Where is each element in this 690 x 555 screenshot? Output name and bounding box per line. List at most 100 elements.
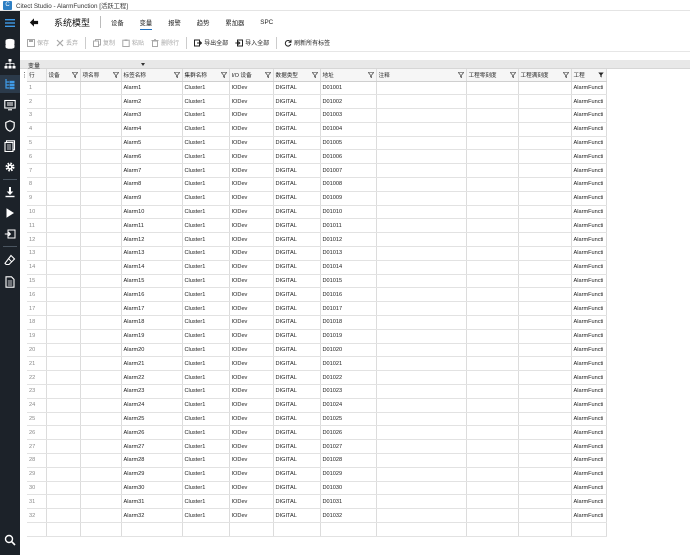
eng-zero-cell[interactable]	[466, 122, 519, 137]
item-name-cell[interactable]	[80, 425, 122, 441]
comment-cell[interactable]	[376, 329, 467, 344]
column-header[interactable]: I/O 设备	[229, 69, 274, 82]
eng-full-cell[interactable]	[518, 287, 572, 303]
item-name-cell[interactable]	[80, 260, 122, 275]
eng-full-cell[interactable]	[518, 301, 572, 317]
item-name-cell[interactable]	[80, 287, 122, 303]
project-cell[interactable]: AlarmFuncti	[571, 260, 607, 275]
device-cell[interactable]	[46, 370, 81, 386]
comment-cell[interactable]	[376, 481, 467, 496]
item-name-cell[interactable]	[80, 315, 122, 330]
address-cell[interactable]: D01020	[320, 343, 377, 358]
eng-full-cell[interactable]	[518, 191, 572, 206]
eng-full-cell[interactable]	[518, 329, 572, 344]
address-cell[interactable]: D01003	[320, 108, 377, 123]
project-cell[interactable]: AlarmFuncti	[571, 108, 607, 123]
database-icon[interactable]	[0, 35, 20, 53]
table-row[interactable]: 15 Alarm15 Cluster1 IODev DIGITAL D01015 Alarm…	[27, 274, 607, 289]
comment-cell[interactable]	[376, 412, 467, 427]
tag-name-cell[interactable]: Alarm21	[121, 356, 183, 372]
tag-name-cell[interactable]: Alarm13	[121, 246, 183, 261]
tag-name-cell[interactable]: Alarm29	[121, 467, 183, 482]
empty-cell[interactable]	[466, 522, 519, 537]
row-number-cell[interactable]: 32	[27, 508, 47, 523]
table-row[interactable]: 31 Alarm31 Cluster1 IODev DIGITAL D01031 Alarm…	[27, 494, 607, 510]
breadcrumb-system-model[interactable]: 系统模型	[54, 16, 90, 29]
eng-zero-cell[interactable]	[466, 398, 519, 413]
comment-cell[interactable]	[376, 315, 467, 330]
tag-name-cell[interactable]: Alarm24	[121, 398, 183, 413]
cluster-name-cell[interactable]: Cluster1	[182, 425, 230, 441]
project-cell[interactable]: AlarmFuncti	[571, 205, 607, 220]
eng-full-cell[interactable]	[518, 412, 572, 427]
project-cell[interactable]: AlarmFuncti	[571, 329, 607, 344]
item-name-cell[interactable]	[80, 398, 122, 413]
io-device-cell[interactable]: IODev	[229, 329, 274, 344]
eng-full-cell[interactable]	[518, 343, 572, 358]
library-icon[interactable]	[0, 137, 20, 155]
row-number-cell[interactable]: 14	[27, 260, 47, 275]
row-number-cell[interactable]: 12	[27, 232, 47, 248]
address-cell[interactable]: D01012	[320, 232, 377, 248]
project-cell[interactable]: AlarmFuncti	[571, 453, 607, 468]
project-cell[interactable]: AlarmFuncti	[571, 287, 607, 303]
address-cell[interactable]: D01022	[320, 370, 377, 386]
item-name-cell[interactable]	[80, 81, 122, 96]
io-device-cell[interactable]: IODev	[229, 122, 274, 137]
row-number-cell[interactable]: 16	[27, 287, 47, 303]
data-type-cell[interactable]: DIGITAL	[273, 163, 321, 179]
address-cell[interactable]: D01030	[320, 481, 377, 496]
cluster-name-cell[interactable]: Cluster1	[182, 412, 230, 427]
item-name-cell[interactable]	[80, 356, 122, 372]
cluster-name-cell[interactable]: Cluster1	[182, 149, 230, 165]
table-row[interactable]: 1 Alarm1 Cluster1 IODev DIGITAL D01001 AlarmFu…	[27, 81, 607, 96]
eng-full-cell[interactable]	[518, 205, 572, 220]
device-cell[interactable]	[46, 205, 81, 220]
tag-name-cell[interactable]: Alarm17	[121, 301, 183, 317]
address-cell[interactable]: D01032	[320, 508, 377, 523]
tag-name-cell[interactable]: Alarm27	[121, 439, 183, 455]
import-login-icon[interactable]	[0, 225, 20, 243]
address-cell[interactable]: D01015	[320, 274, 377, 289]
eng-zero-cell[interactable]	[466, 453, 519, 468]
item-name-cell[interactable]	[80, 439, 122, 455]
io-device-cell[interactable]: IODev	[229, 163, 274, 179]
project-cell[interactable]: AlarmFuncti	[571, 508, 607, 523]
device-cell[interactable]	[46, 315, 81, 330]
device-cell[interactable]	[46, 108, 81, 123]
item-name-cell[interactable]	[80, 274, 122, 289]
io-device-cell[interactable]: IODev	[229, 191, 274, 206]
address-cell[interactable]: D01019	[320, 329, 377, 344]
data-type-cell[interactable]: DIGITAL	[273, 425, 321, 441]
item-name-cell[interactable]	[80, 218, 122, 234]
tag-name-cell[interactable]: Alarm5	[121, 136, 183, 151]
io-device-cell[interactable]: IODev	[229, 453, 274, 468]
column-header[interactable]: 标签名称	[121, 69, 183, 82]
address-cell[interactable]: D01001	[320, 81, 377, 96]
io-device-cell[interactable]: IODev	[229, 81, 274, 96]
cluster-name-cell[interactable]: Cluster1	[182, 370, 230, 386]
table-row[interactable]: 29 Alarm29 Cluster1 IODev DIGITAL D01029 Alarm…	[27, 467, 607, 482]
data-type-cell[interactable]: DIGITAL	[273, 384, 321, 399]
eng-zero-cell[interactable]	[466, 163, 519, 179]
empty-cell[interactable]	[273, 522, 321, 537]
tag-name-cell[interactable]: Alarm30	[121, 481, 183, 496]
item-name-cell[interactable]	[80, 163, 122, 179]
empty-cell[interactable]	[80, 522, 122, 537]
device-cell[interactable]	[46, 398, 81, 413]
eng-zero-cell[interactable]	[466, 232, 519, 248]
comment-cell[interactable]	[376, 232, 467, 248]
eng-zero-cell[interactable]	[466, 425, 519, 441]
security-shield-icon[interactable]	[0, 117, 20, 135]
eng-zero-cell[interactable]	[466, 108, 519, 123]
row-number-cell[interactable]: 5	[27, 136, 47, 151]
table-row[interactable]: 18 Alarm18 Cluster1 IODev DIGITAL D01018 Alarm…	[27, 315, 607, 330]
row-menu-grip-icon[interactable]: ⋮	[21, 72, 28, 79]
eng-zero-cell[interactable]	[466, 149, 519, 165]
download-icon[interactable]	[0, 183, 20, 201]
project-cell[interactable]: AlarmFuncti	[571, 163, 607, 179]
data-type-cell[interactable]: DIGITAL	[273, 122, 321, 137]
eng-full-cell[interactable]	[518, 398, 572, 413]
project-cell[interactable]: AlarmFuncti	[571, 356, 607, 372]
cluster-name-cell[interactable]: Cluster1	[182, 136, 230, 151]
